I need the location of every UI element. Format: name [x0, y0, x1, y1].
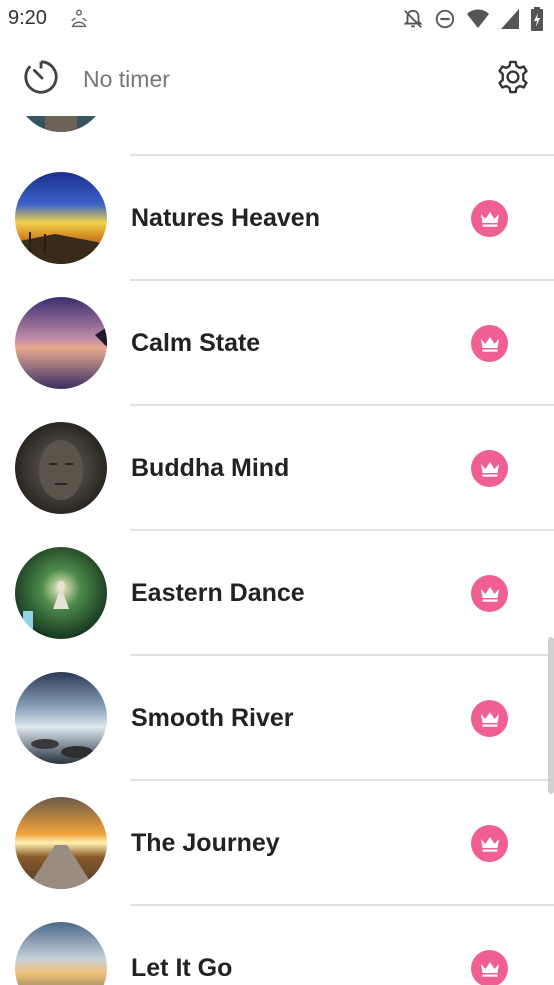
track-title: Smooth River: [131, 703, 294, 732]
notifications-off-icon: [403, 9, 423, 28]
track-thumbnail: [15, 922, 107, 985]
battery-icon: [531, 7, 543, 31]
track-thumbnail: [15, 297, 107, 389]
track-list[interactable]: Natures Heaven Calm State Buddha Mind Ea…: [0, 116, 554, 985]
list-item-partial[interactable]: [0, 116, 554, 148]
premium-badge[interactable]: [471, 575, 508, 612]
crown-icon: [480, 461, 499, 477]
scrollbar[interactable]: [548, 637, 554, 794]
premium-badge[interactable]: [471, 700, 508, 737]
track-thumbnail: [15, 547, 107, 639]
premium-badge[interactable]: [471, 825, 508, 862]
track-thumbnail: [15, 797, 107, 889]
crown-icon: [480, 336, 499, 352]
track-thumbnail: [15, 422, 107, 514]
crown-icon: [480, 711, 499, 727]
track-title: Calm State: [131, 328, 261, 357]
track-title: Buddha Mind: [131, 453, 290, 482]
list-item-calm-state[interactable]: Calm State: [0, 281, 554, 405]
cell-signal-icon: [501, 9, 519, 29]
premium-badge[interactable]: [471, 325, 508, 362]
top-bar: No timer: [0, 40, 554, 116]
do-not-disturb-icon: [435, 9, 455, 29]
list-item-the-journey[interactable]: The Journey: [0, 781, 554, 905]
track-title: Eastern Dance: [131, 578, 305, 607]
status-time: 9:20: [8, 7, 47, 29]
list-item-smooth-river[interactable]: Smooth River: [0, 656, 554, 780]
track-title: Natures Heaven: [131, 203, 320, 232]
list-item-natures-heaven[interactable]: Natures Heaven: [0, 156, 554, 280]
track-thumbnail: [15, 172, 107, 264]
crown-icon: [480, 961, 499, 977]
list-item-buddha-mind[interactable]: Buddha Mind: [0, 406, 554, 530]
crown-icon: [480, 586, 499, 602]
wifi-icon: [467, 9, 489, 28]
track-title: The Journey: [131, 828, 280, 857]
track-thumbnail: [15, 116, 107, 132]
crown-icon: [480, 211, 499, 227]
list-item-eastern-dance[interactable]: Eastern Dance: [0, 531, 554, 655]
gear-icon[interactable]: [494, 58, 532, 96]
timer-label[interactable]: No timer: [83, 66, 170, 93]
track-thumbnail: [15, 672, 107, 764]
status-bar: 9:20: [0, 0, 554, 40]
crown-icon: [480, 836, 499, 852]
premium-badge[interactable]: [471, 950, 508, 985]
premium-badge[interactable]: [471, 200, 508, 237]
timer-icon[interactable]: [22, 58, 60, 96]
track-title: Let It Go: [131, 953, 233, 982]
premium-badge[interactable]: [471, 450, 508, 487]
list-item-let-it-go[interactable]: Let It Go: [0, 906, 554, 985]
meditation-notification-icon: [71, 9, 87, 28]
